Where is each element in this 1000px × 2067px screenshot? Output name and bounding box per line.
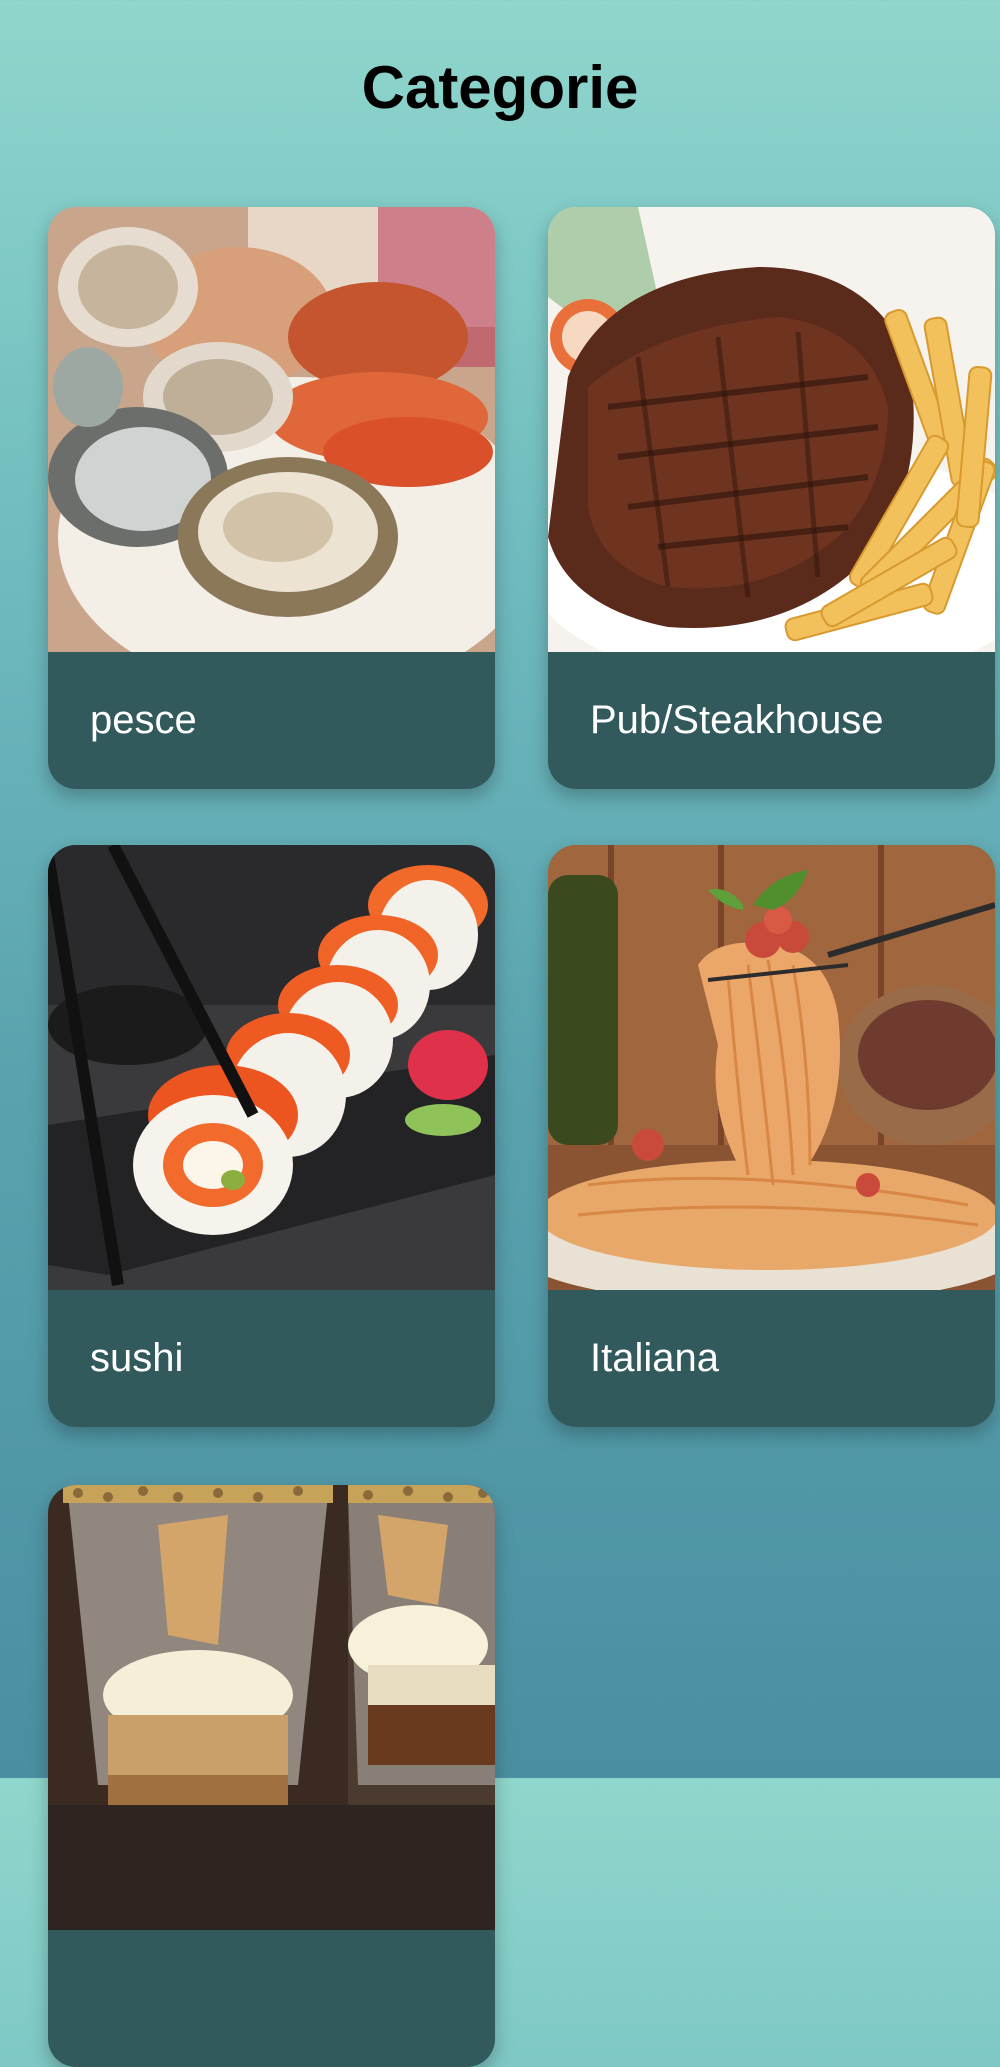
category-label: pesce — [48, 652, 495, 789]
category-card-sushi[interactable]: sushi — [48, 845, 495, 1427]
category-card-pub-steakhouse[interactable]: Pub/Steakhouse — [548, 207, 995, 789]
category-label: Italiana — [548, 1290, 995, 1427]
seafood-photo — [48, 207, 495, 652]
steak-photo — [548, 207, 995, 652]
sushi-photo — [48, 845, 495, 1290]
pasta-photo — [548, 845, 995, 1290]
dessert-photo — [48, 1485, 495, 1930]
category-card-italiana[interactable]: Italiana — [548, 845, 995, 1427]
category-label — [48, 1930, 495, 2067]
category-label: Pub/Steakhouse — [548, 652, 995, 789]
category-card-pesce[interactable]: pesce — [48, 207, 495, 789]
category-label: sushi — [48, 1290, 495, 1427]
category-card-dessert[interactable] — [48, 1485, 495, 2067]
page-title: Categorie — [361, 54, 639, 121]
